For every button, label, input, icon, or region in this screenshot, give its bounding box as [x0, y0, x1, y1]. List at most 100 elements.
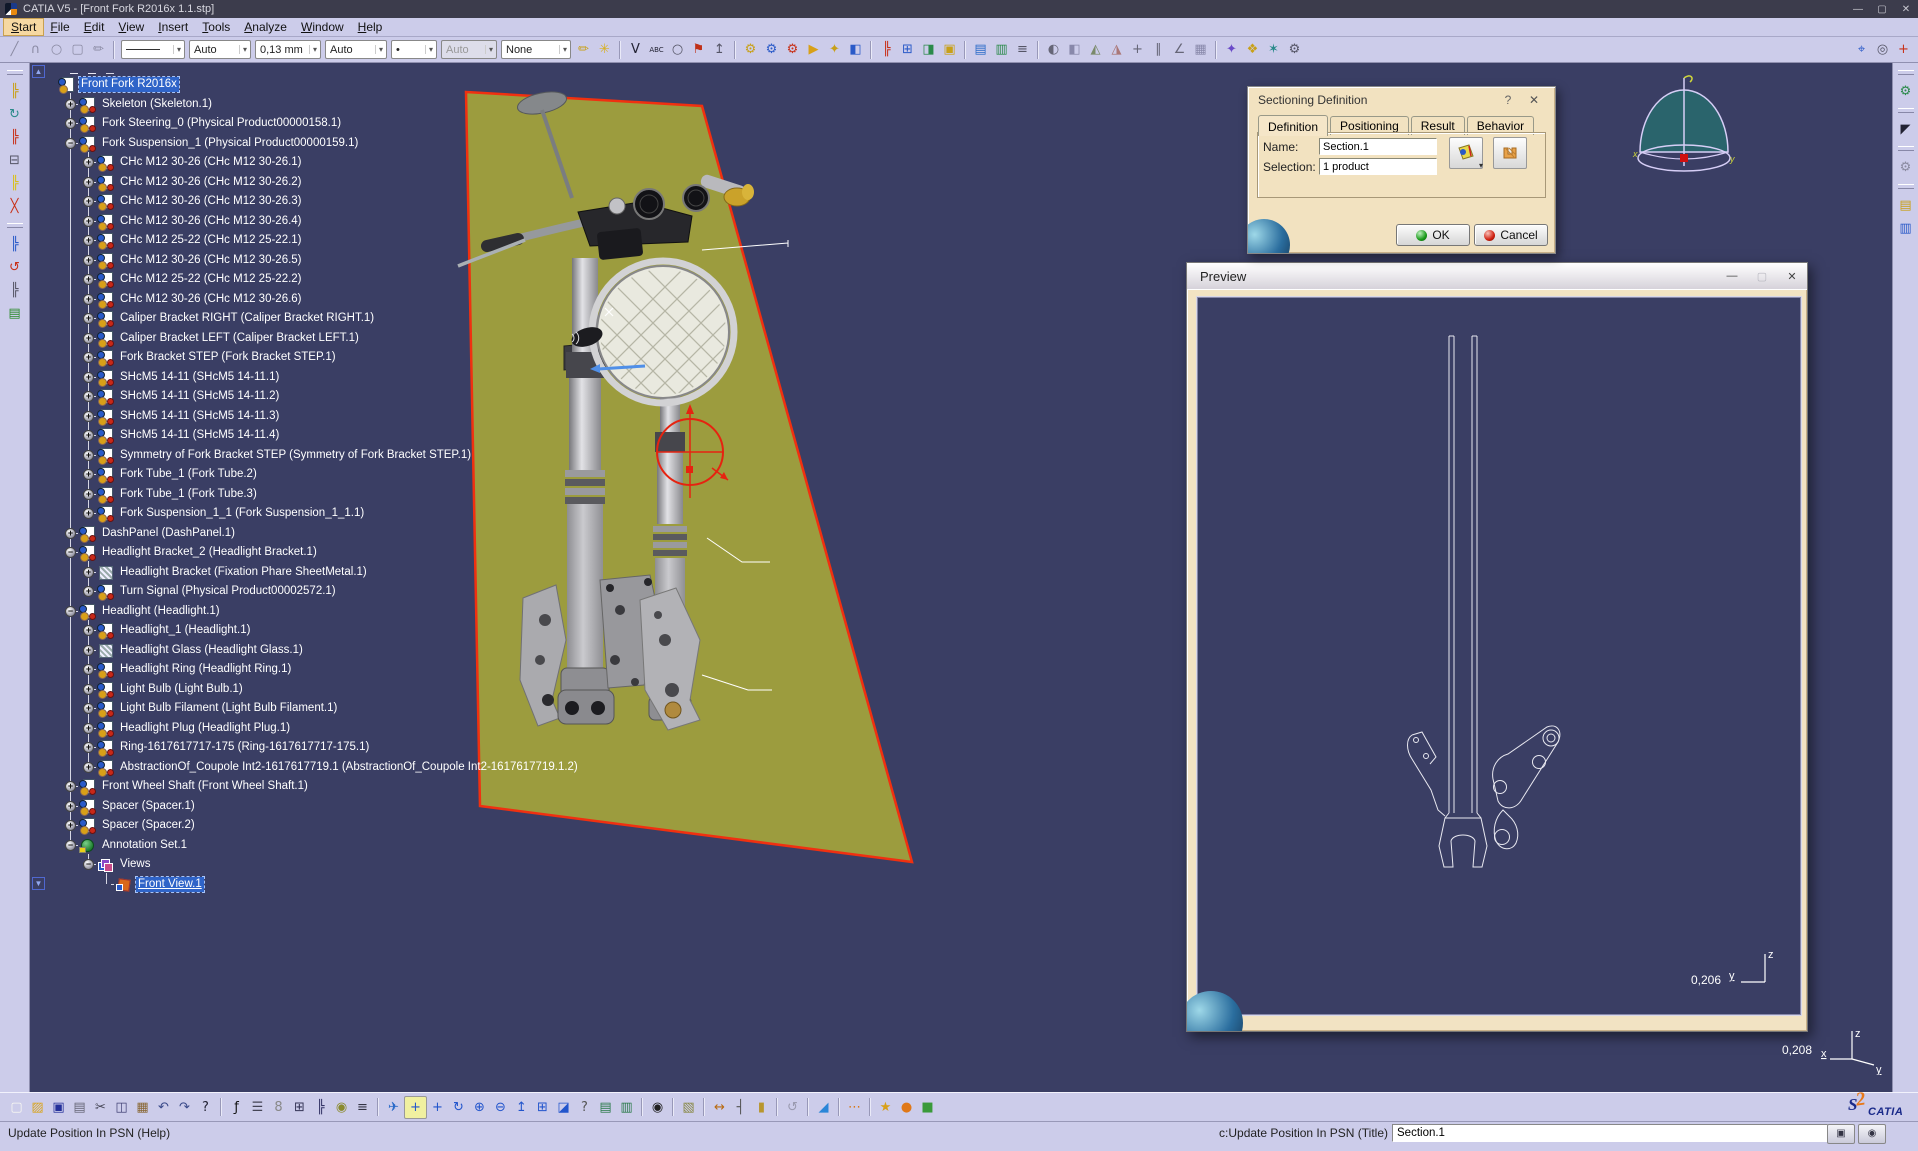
- paintbrush-icon[interactable]: ✏: [573, 39, 594, 60]
- tree-item[interactable]: +CHc M12 30-26 (CHc M12 30-26.6): [30, 290, 790, 310]
- tree-item[interactable]: +Spacer (Spacer.1): [30, 797, 790, 817]
- toolbar-drag-handle[interactable]: [7, 70, 23, 75]
- copy-icon[interactable]: ◫: [111, 1097, 132, 1118]
- product-gears-red-icon[interactable]: ⚙: [782, 39, 803, 60]
- tree-item-label[interactable]: Fork Tube_1 (Fork Tube.3): [118, 487, 259, 502]
- rect-tool-icon[interactable]: ▢: [67, 39, 88, 60]
- tree-item[interactable]: +Skeleton (Skeleton.1): [30, 95, 790, 115]
- lock-icon[interactable]: ◉: [331, 1097, 352, 1118]
- zoom-out-icon[interactable]: ⊖: [490, 1097, 511, 1118]
- tree-item-label[interactable]: Caliper Bracket RIGHT (Caliper Bracket R…: [118, 311, 376, 326]
- expand-toggle[interactable]: +: [83, 157, 94, 168]
- tree-item-label[interactable]: CHc M12 25-22 (CHc M12 25-22.2): [118, 272, 304, 287]
- measure-item-caliper-icon[interactable]: ┤: [730, 1097, 751, 1118]
- tree-item-label[interactable]: CHc M12 30-26 (CHc M12 30-26.1): [118, 155, 304, 170]
- expand-toggle[interactable]: +: [83, 430, 94, 441]
- graph-tree-insert-icon[interactable]: ╠: [4, 127, 25, 148]
- numbering-icon[interactable]: ▣: [939, 39, 960, 60]
- menu-tools[interactable]: Tools: [195, 19, 237, 35]
- tree-item[interactable]: +SHcM5 14-11 (SHcM5 14-11.3): [30, 407, 790, 427]
- pan-icon[interactable]: +: [427, 1097, 448, 1118]
- menu-start[interactable]: Start: [4, 19, 43, 35]
- whats-this-icon[interactable]: ?: [195, 1097, 216, 1118]
- point-symbol-combo[interactable]: •▾: [391, 40, 437, 59]
- expand-toggle[interactable]: +: [83, 664, 94, 675]
- add-view-icon[interactable]: +: [1893, 39, 1914, 60]
- fx-formula-icon[interactable]: ƒ: [226, 1097, 247, 1118]
- collapse-toggle[interactable]: −: [83, 859, 94, 870]
- save-disk-icon[interactable]: ▣: [48, 1097, 69, 1118]
- smart-pick-gear-icon[interactable]: ⚙: [1895, 157, 1916, 178]
- rgb-cube-icon[interactable]: ■: [917, 1097, 938, 1118]
- maximize-icon[interactable]: ▢: [1870, 4, 1894, 15]
- dialog-title-bar[interactable]: Sectioning Definition ? ✕: [1248, 87, 1555, 111]
- expand-toggle[interactable]: +: [83, 469, 94, 480]
- knowledge-flower-icon[interactable]: ❖: [1242, 39, 1263, 60]
- expand-toggle[interactable]: +: [83, 391, 94, 402]
- fill-color-combo[interactable]: Auto▾: [189, 40, 251, 59]
- expand-toggle[interactable]: +: [83, 352, 94, 363]
- paste-doc-icon[interactable]: ▥: [1895, 218, 1916, 239]
- camera-icon[interactable]: ◉: [647, 1097, 668, 1118]
- select-arrow-icon[interactable]: ◤: [1895, 119, 1916, 140]
- measure-distance-lines-icon[interactable]: ⋯: [844, 1097, 865, 1118]
- doc-window-button[interactable]: ▣: [1827, 1124, 1855, 1144]
- report-doc-icon[interactable]: ▤: [4, 303, 25, 324]
- collapse-toggle[interactable]: −: [65, 606, 76, 617]
- tree-item-label[interactable]: SHcM5 14-11 (SHcM5 14-11.3): [118, 409, 281, 424]
- menu-analyze[interactable]: Analyze: [237, 19, 294, 35]
- parallel-icon[interactable]: ∥: [1148, 39, 1169, 60]
- tree-item[interactable]: +Spacer (Spacer.2): [30, 816, 790, 836]
- cut-scissors-icon[interactable]: ✂: [90, 1097, 111, 1118]
- expand-toggle[interactable]: +: [83, 196, 94, 207]
- tree-item[interactable]: +SHcM5 14-11 (SHcM5 14-11.4): [30, 426, 790, 446]
- graph-list-icon[interactable]: ≡: [1012, 39, 1033, 60]
- section-plane-button[interactable]: ▾: [1449, 137, 1483, 169]
- iso-view-cube-icon[interactable]: ◪: [553, 1097, 574, 1118]
- fastener-tree-icon[interactable]: ╠: [876, 39, 897, 60]
- expand-toggle[interactable]: +: [83, 567, 94, 578]
- tree-item-label[interactable]: CHc M12 30-26 (CHc M12 30-26.4): [118, 214, 304, 229]
- datum-target-icon[interactable]: ↥: [709, 39, 730, 60]
- toolbar-drag-handle[interactable]: [7, 223, 23, 228]
- publication-icon[interactable]: ◨: [918, 39, 939, 60]
- tree-item[interactable]: +Headlight Glass (Headlight Glass.1): [30, 641, 790, 661]
- tree-item[interactable]: +DashPanel (DashPanel.1): [30, 524, 790, 544]
- collapse-toggle[interactable]: −: [65, 840, 76, 851]
- multi-view-icon[interactable]: ⊞: [532, 1097, 553, 1118]
- graph-tree-loop-icon[interactable]: ↺: [4, 257, 25, 278]
- tree-item[interactable]: −Views: [30, 855, 790, 875]
- new-document-icon[interactable]: ▢: [6, 1097, 27, 1118]
- expand-toggle[interactable]: +: [65, 528, 76, 539]
- tree-item-label[interactable]: Caliper Bracket LEFT (Caliper Bracket LE…: [118, 331, 361, 346]
- toolbar-drag-handle[interactable]: [1898, 108, 1914, 113]
- expand-toggle[interactable]: +: [83, 313, 94, 324]
- fly-mode-icon[interactable]: ✈: [383, 1097, 404, 1118]
- menu-file[interactable]: File: [43, 19, 76, 35]
- tree-item-label[interactable]: Front Wheel Shaft (Front Wheel Shaft.1): [100, 779, 310, 794]
- menu-insert[interactable]: Insert: [151, 19, 195, 35]
- menu-window[interactable]: Window: [294, 19, 351, 35]
- tree-item[interactable]: +Headlight_1 (Headlight.1): [30, 621, 790, 641]
- graph-tree-xyz-icon[interactable]: ╠: [4, 280, 25, 301]
- tree-item-label[interactable]: CHc M12 30-26 (CHc M12 30-26.2): [118, 175, 304, 190]
- open-folder-icon[interactable]: ▨: [27, 1097, 48, 1118]
- expand-toggle[interactable]: +: [83, 333, 94, 344]
- expand-toggle[interactable]: +: [83, 586, 94, 597]
- graph-tree-reorder-icon[interactable]: ╠: [4, 81, 25, 102]
- measure-between-icon[interactable]: ↔: [709, 1097, 730, 1118]
- graph-tree-blue-icon[interactable]: ╠: [4, 234, 25, 255]
- tree-item-label[interactable]: Fork Suspension_1 (Physical Product00000…: [100, 136, 360, 151]
- toolbar-drag-handle[interactable]: [1898, 146, 1914, 151]
- minimize-icon[interactable]: —: [1846, 4, 1870, 15]
- tree-item-label[interactable]: CHc M12 30-26 (CHc M12 30-26.5): [118, 253, 304, 268]
- hidden-help-icon[interactable]: ?: [574, 1097, 595, 1118]
- axis-icon[interactable]: +: [1127, 39, 1148, 60]
- tree-item[interactable]: +Turn Signal (Physical Product00002572.1…: [30, 582, 790, 602]
- catalog-star-icon[interactable]: ★: [875, 1097, 896, 1118]
- menu-help[interactable]: Help: [351, 19, 390, 35]
- component-star-icon[interactable]: ✦: [824, 39, 845, 60]
- tree-item-label[interactable]: Headlight Ring (Headlight Ring.1): [118, 662, 293, 677]
- tree-item-label[interactable]: Fork Steering_0 (Physical Product0000015…: [100, 116, 343, 131]
- collapse-toggle[interactable]: −: [65, 547, 76, 558]
